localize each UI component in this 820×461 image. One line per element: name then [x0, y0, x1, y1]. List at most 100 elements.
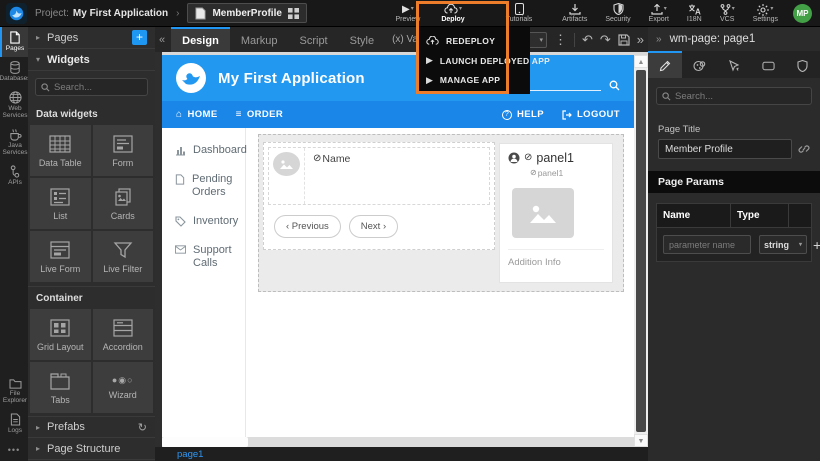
open-file-tab[interactable]: MemberProfile — [187, 3, 307, 23]
widget-tile-data-table[interactable]: Data Table — [30, 125, 91, 176]
sidebar-item-logs[interactable]: Logs — [0, 409, 28, 439]
widget-tile-live-form[interactable]: Live Form — [30, 231, 91, 282]
tab-style[interactable]: Style — [339, 27, 385, 52]
tab-events[interactable] — [717, 51, 751, 78]
nav-logout[interactable]: LOGOUT — [562, 109, 620, 120]
tab-properties[interactable] — [648, 51, 682, 78]
preview-button[interactable]: ▶▾ Preview — [395, 4, 420, 23]
cursor-star-icon — [728, 60, 740, 72]
page-structure-section-header[interactable]: ▸ Page Structure — [28, 438, 155, 460]
export-button[interactable]: ▾ Export — [649, 4, 669, 23]
sidebar-item-apis[interactable]: APIs — [0, 161, 28, 191]
widget-tile-cards[interactable]: Cards — [93, 178, 154, 229]
more-options-button[interactable]: ••• — [0, 439, 28, 461]
collapse-left-panel-button[interactable]: « — [159, 34, 165, 46]
sidebar-item-web-services[interactable]: Web Services — [0, 87, 28, 124]
menu-item-launch-deployed-app[interactable]: ▶ LAUNCH DEPLOYED APP — [417, 51, 530, 71]
security-button[interactable]: Security — [605, 3, 630, 23]
widgets-section-header[interactable]: ▾ Widgets — [28, 49, 155, 71]
widget-search-input[interactable] — [54, 82, 142, 93]
list-widget[interactable]: ⊘ Name ‹ Previous Next › — [263, 142, 495, 250]
variables-button[interactable]: (x) Va — [392, 27, 418, 52]
nav-help[interactable]: ?HELP — [502, 109, 544, 120]
tab-script[interactable]: Script — [289, 27, 339, 52]
scrollbar-thumb[interactable] — [162, 437, 248, 447]
next-button[interactable]: Next › — [349, 215, 398, 238]
sidenav-support-calls[interactable]: Support Calls — [162, 236, 245, 278]
artifacts-button[interactable]: Artifacts — [562, 4, 587, 23]
properties-search[interactable] — [656, 87, 812, 105]
scroll-up-button[interactable]: ▲ — [634, 55, 648, 68]
user-avatar[interactable]: MP — [793, 4, 812, 23]
prefabs-section-header[interactable]: ▸ Prefabs ↻ — [28, 416, 155, 438]
top-bar: Project: My First Application › MemberPr… — [0, 0, 820, 27]
tab-design[interactable]: Design — [171, 27, 230, 52]
widget-search[interactable] — [35, 78, 148, 96]
previous-button[interactable]: ‹ Previous — [274, 215, 341, 238]
list-pagination: ‹ Previous Next › — [274, 215, 398, 238]
panel-header[interactable]: ⊘ panel1 — [508, 151, 604, 165]
list-item-name-field[interactable]: ⊘ Name — [305, 148, 350, 204]
widget-tile-wizard[interactable]: ●◉○ Wizard — [93, 362, 154, 413]
link-icon[interactable] — [798, 143, 810, 155]
add-page-button[interactable]: + — [132, 30, 147, 45]
sidebar-item-java-services[interactable]: Java Services — [0, 124, 28, 161]
page-content-container[interactable]: ⊘ Name ‹ Previous Next › — [258, 134, 624, 292]
tab-security[interactable] — [786, 51, 820, 78]
sidebar-item-pages[interactable]: Pages — [0, 27, 28, 57]
widget-tile-tabs[interactable]: Tabs — [30, 362, 91, 413]
i18n-button[interactable]: A I18N — [687, 4, 702, 23]
list-item[interactable]: ⊘ Name — [268, 147, 490, 205]
tab-styles[interactable] — [682, 51, 716, 78]
undo-icon[interactable]: ↶ — [582, 33, 593, 46]
tutorials-button[interactable]: Tutorials — [506, 3, 533, 23]
scrollbar-thumb[interactable] — [636, 70, 646, 432]
menu-item-manage-app[interactable]: ▶ MANAGE APP — [417, 70, 530, 90]
param-name-input[interactable] — [663, 235, 751, 254]
sidebar-item-file-explorer[interactable]: File Explorer — [0, 374, 28, 409]
menu-item-redeploy[interactable]: REDEPLOY — [417, 31, 530, 51]
project-name[interactable]: My First Application — [73, 8, 168, 19]
param-type-select[interactable]: string ▾ — [759, 235, 807, 254]
panel-widget[interactable]: ⊘ panel1 ⊘ panel1 Addition — [499, 143, 613, 283]
kebab-menu-icon[interactable]: ⋮ — [554, 33, 567, 46]
pages-section-header[interactable]: ▸ Pages + — [28, 27, 155, 49]
tag-icon — [175, 216, 186, 227]
vertical-scrollbar[interactable]: ▲ ▼ — [634, 55, 648, 447]
widget-tile-list[interactable]: List — [30, 178, 91, 229]
wavemaker-logo-icon[interactable] — [6, 3, 27, 24]
refresh-icon[interactable]: ↻ — [138, 421, 147, 434]
tab-markup[interactable]: Markup — [230, 27, 289, 52]
tab-device[interactable] — [751, 51, 785, 78]
vcs-button[interactable]: ▾ VCS — [720, 4, 735, 23]
settings-button[interactable]: ▾ Settings — [753, 4, 778, 23]
scroll-down-button[interactable]: ▼ — [634, 434, 648, 447]
sidenav-pending-orders[interactable]: Pending Orders — [162, 165, 245, 207]
add-param-button[interactable]: + — [809, 237, 820, 253]
sidenav-dashboard[interactable]: Dashboard — [162, 136, 245, 165]
expand-right-panel-button[interactable]: » — [637, 33, 644, 46]
widget-tile-form[interactable]: Form — [93, 125, 154, 176]
nav-home[interactable]: ⌂HOME — [176, 109, 218, 120]
widget-tile-grid-layout[interactable]: Grid Layout — [30, 309, 91, 360]
horizontal-scrollbar[interactable] — [162, 437, 634, 447]
widget-tile-live-filter[interactable]: Live Filter — [93, 231, 154, 282]
sidenav-inventory[interactable]: Inventory — [162, 207, 245, 236]
column-actions — [789, 210, 811, 222]
page-params-header[interactable]: Page Params — [648, 171, 820, 193]
nav-order[interactable]: ≡ORDER — [236, 109, 284, 120]
canvas-app-header[interactable]: My First Application — [162, 55, 634, 101]
save-icon[interactable] — [618, 34, 630, 46]
widget-tile-accordion[interactable]: Accordion — [93, 309, 154, 360]
image-placeholder[interactable] — [512, 188, 574, 238]
status-page-name[interactable]: page1 — [177, 449, 203, 460]
properties-search-input[interactable] — [675, 91, 806, 102]
deploy-button[interactable]: ▾ Deploy — [441, 4, 464, 23]
person-icon — [508, 152, 520, 164]
sidebar-item-databases[interactable]: Databases — [0, 57, 28, 87]
page-title-input[interactable] — [658, 139, 792, 159]
bar-chart-icon — [175, 145, 186, 156]
redo-icon[interactable]: ↷ — [600, 33, 611, 46]
expand-icon[interactable]: » — [656, 34, 662, 45]
list-item-image-cell — [269, 148, 305, 204]
